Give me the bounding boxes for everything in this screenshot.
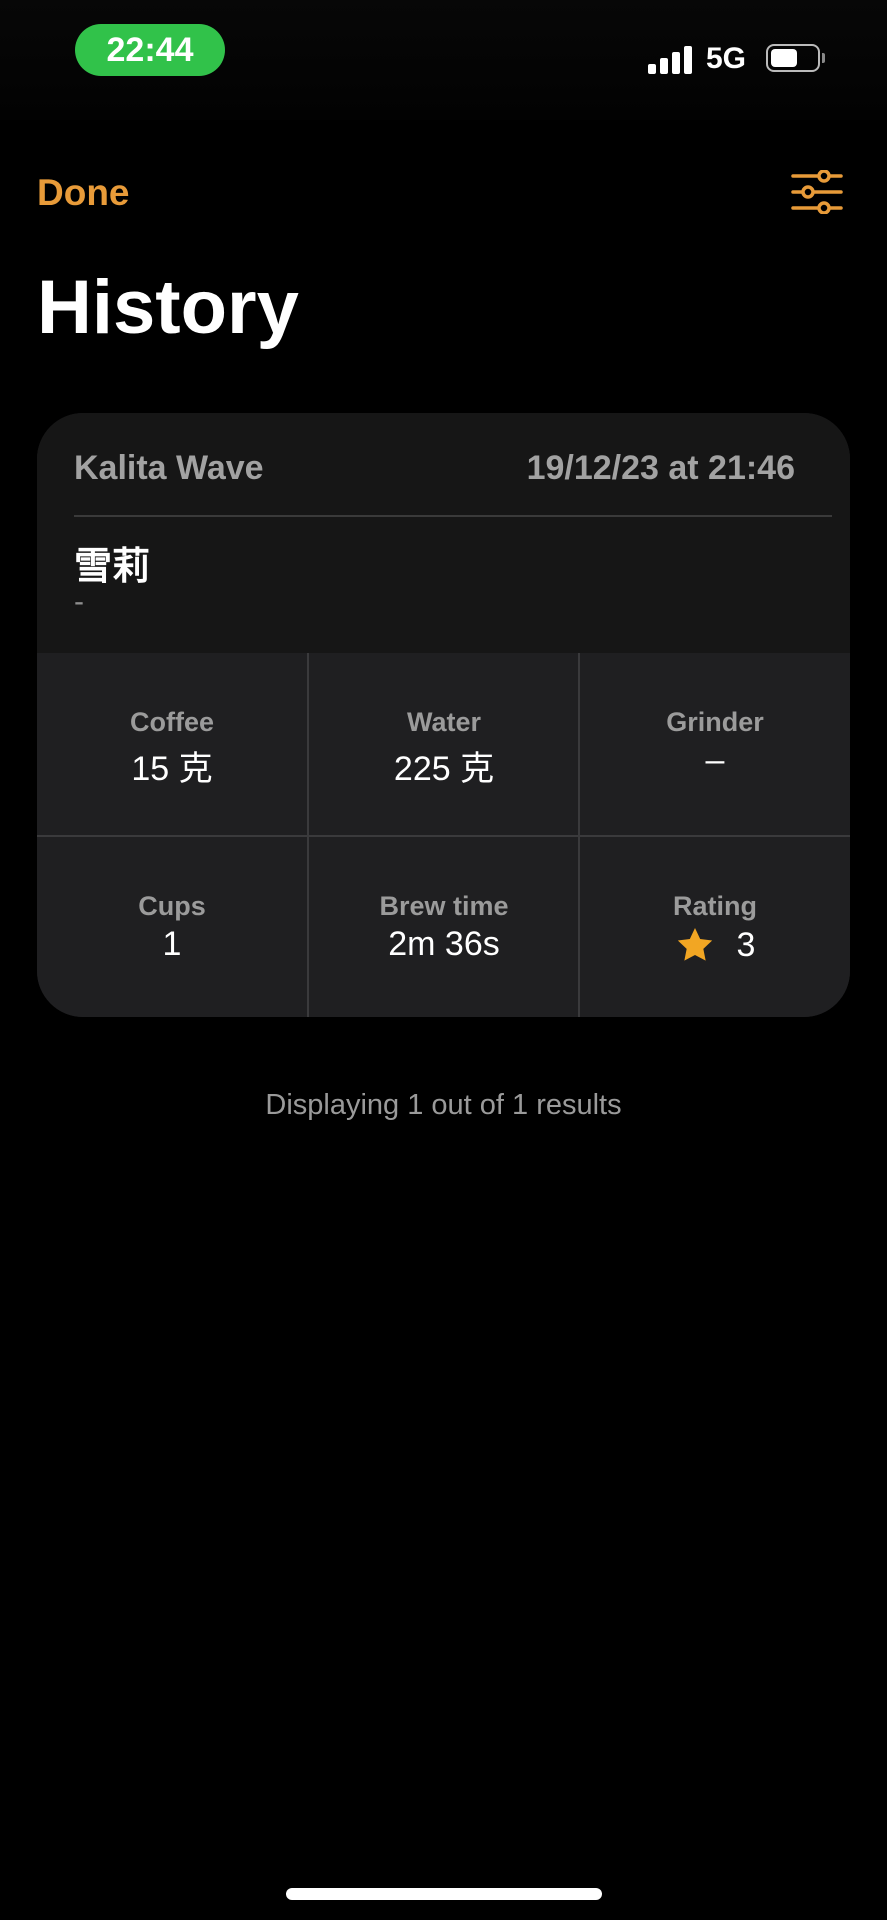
brew-datetime: 19/12/23 at 21:46	[526, 449, 795, 487]
stat-coffee-value: 15 克	[131, 750, 213, 788]
battery-tip	[822, 53, 825, 63]
page-title: History	[37, 265, 299, 350]
results-count: Displaying 1 out of 1 results	[265, 1089, 622, 1121]
done-button[interactable]: Done	[37, 172, 130, 214]
stat-water: Water 225 克	[309, 653, 579, 835]
stat-grinder: Grinder –	[580, 653, 850, 835]
stat-water-label: Water	[406, 707, 481, 737]
stat-grinder-label: Grinder	[666, 707, 764, 737]
stat-cups-label: Cups	[138, 891, 206, 921]
brew-history-card[interactable]: Kalita Wave 19/12/23 at 21:46 雪莉 - Coffe…	[37, 413, 850, 1017]
stat-coffee: Coffee 15 克	[37, 653, 307, 835]
network-type: 5G	[706, 42, 747, 75]
battery-level	[771, 49, 797, 67]
stat-cups-value: 1	[162, 925, 182, 963]
stat-rating: Rating 3	[580, 837, 850, 1017]
stat-brew-time-label: Brew time	[379, 891, 509, 921]
card-header: Kalita Wave 19/12/23 at 21:46 雪莉 -	[37, 413, 850, 653]
star-icon	[677, 928, 712, 961]
stat-rating-value: 3	[736, 925, 756, 964]
stat-brew-time-value: 2m 36s	[388, 925, 500, 963]
stats-grid: Coffee 15 克 Water 225 克 Grinder – Cups 1…	[37, 653, 850, 1017]
stat-coffee-label: Coffee	[129, 707, 214, 737]
stat-grinder-value: –	[705, 741, 725, 779]
grid-divider-horizontal	[37, 835, 850, 837]
battery-icon	[766, 44, 820, 72]
rating-display: 3	[580, 925, 850, 965]
bean-subtitle: -	[74, 585, 84, 618]
stat-brew-time: Brew time 2m 36s	[309, 837, 579, 1017]
header-divider	[74, 515, 832, 517]
sliders-icon	[791, 169, 843, 215]
stat-rating-label: Rating	[673, 891, 757, 921]
cellular-signal-icon	[648, 44, 694, 74]
brew-method: Kalita Wave	[74, 449, 264, 487]
bean-name: 雪莉	[74, 546, 151, 588]
status-bar: 22:44 5G	[0, 0, 887, 120]
home-indicator[interactable]	[286, 1888, 602, 1900]
filter-button[interactable]	[790, 169, 844, 215]
stat-water-value: 225 克	[393, 750, 495, 788]
stat-cups: Cups 1	[37, 837, 307, 1017]
status-time[interactable]: 22:44	[75, 24, 225, 76]
